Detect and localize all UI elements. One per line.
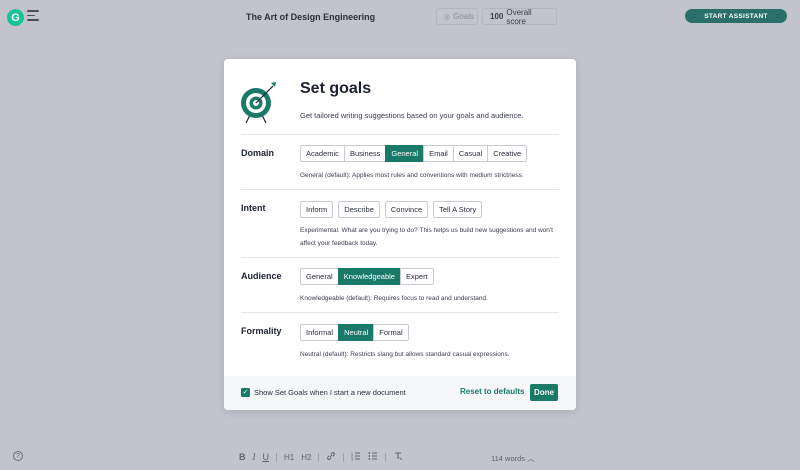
domain-label: Domain (241, 148, 275, 158)
format-toolbar: B I U H1 H2 123 (239, 451, 403, 463)
intent-description: Experimental. What are you trying to do?… (300, 227, 553, 247)
toolbar-divider (318, 452, 320, 462)
bullet-list-icon[interactable] (368, 451, 378, 463)
intent-option-tell-a-story[interactable]: Tell A Story (433, 201, 483, 218)
score-value: 100 (490, 12, 504, 21)
toolbar-divider (385, 452, 387, 462)
intent-options: Inform Describe Convince Tell A Story (300, 201, 483, 218)
underline-button[interactable]: U (263, 452, 270, 462)
help-icon[interactable]: ? (13, 451, 23, 461)
set-goals-dialog: Set goals Get tailored writing suggestio… (224, 59, 576, 410)
formality-options: Informal Neutral Formal (300, 324, 409, 341)
word-count: 114 words (491, 454, 526, 463)
toolbar-divider (343, 452, 345, 462)
intent-option-convince[interactable]: Convince (384, 201, 429, 218)
h2-button[interactable]: H2 (301, 453, 311, 462)
goals-button[interactable]: ◎ Goals (436, 8, 478, 25)
reset-to-defaults-button[interactable]: Reset to defaults (460, 387, 524, 396)
intent-label: Intent (241, 203, 266, 213)
chevron-up-icon: ︿ (527, 454, 535, 463)
audience-option-general[interactable]: General (300, 268, 339, 285)
clear-format-icon[interactable] (393, 451, 403, 463)
grammarly-logo-icon[interactable]: G (7, 9, 24, 26)
formality-description: Neutral (default): Restricts slang but a… (300, 351, 510, 358)
divider (241, 134, 559, 135)
done-button[interactable]: Done (530, 384, 558, 401)
intent-option-inform[interactable]: Inform (300, 201, 334, 218)
dialog-title: Set goals (300, 80, 372, 97)
check-icon: ✓ (242, 389, 249, 396)
svg-text:3: 3 (351, 458, 353, 462)
menu-icon[interactable] (27, 10, 39, 24)
dialog-subtitle: Get tailored writing suggestions based o… (300, 111, 524, 120)
bold-button[interactable]: B (239, 452, 246, 462)
audience-option-expert[interactable]: Expert (399, 268, 434, 285)
domain-option-business[interactable]: Business (343, 145, 387, 162)
show-set-goals-checkbox[interactable]: ✓ (241, 388, 250, 397)
divider (241, 189, 559, 190)
target-icon (240, 81, 278, 124)
link-icon[interactable] (326, 451, 336, 463)
word-count-button[interactable]: 114 words ︿ (491, 453, 535, 464)
domain-option-general[interactable]: General (385, 145, 425, 162)
domain-options: Academic Business General Email Casual C… (300, 145, 528, 162)
formality-option-formal[interactable]: Formal (373, 324, 409, 341)
audience-option-knowledgeable[interactable]: Knowledgeable (337, 268, 401, 285)
domain-option-email[interactable]: Email (423, 145, 454, 162)
overall-score-button[interactable]: 100 Overall score (482, 7, 557, 26)
formality-option-neutral[interactable]: Neutral (338, 324, 375, 341)
goals-icon: ◎ (444, 13, 451, 21)
audience-options: General Knowledgeable Expert (300, 268, 434, 285)
h1-button[interactable]: H1 (284, 453, 294, 462)
dialog-footer: ✓ Show Set Goals when I start a new docu… (224, 376, 576, 410)
audience-description: Knowledgeable (default): Requires focus … (300, 295, 488, 302)
intent-option-describe[interactable]: Describe (338, 201, 380, 218)
formality-option-informal[interactable]: Informal (300, 324, 340, 341)
show-set-goals-label[interactable]: Show Set Goals when I start a new docume… (254, 388, 406, 397)
domain-option-creative[interactable]: Creative (487, 145, 528, 162)
ordered-list-icon[interactable]: 123 (351, 451, 361, 463)
divider (241, 257, 559, 258)
document-title: The Art of Design Engineering (246, 12, 376, 22)
domain-option-academic[interactable]: Academic (300, 145, 345, 162)
audience-label: Audience (241, 271, 282, 281)
formality-label: Formality (241, 326, 282, 336)
domain-option-casual[interactable]: Casual (452, 145, 489, 162)
toolbar-divider (276, 452, 277, 462)
domain-description: General (default): Applies most rules an… (300, 172, 524, 179)
goals-label: Goals (453, 12, 475, 21)
italic-button[interactable]: I (253, 452, 256, 462)
score-label: Overall score (506, 7, 532, 26)
divider (241, 312, 559, 313)
start-assistant-button[interactable]: START ASSISTANT (685, 9, 787, 23)
